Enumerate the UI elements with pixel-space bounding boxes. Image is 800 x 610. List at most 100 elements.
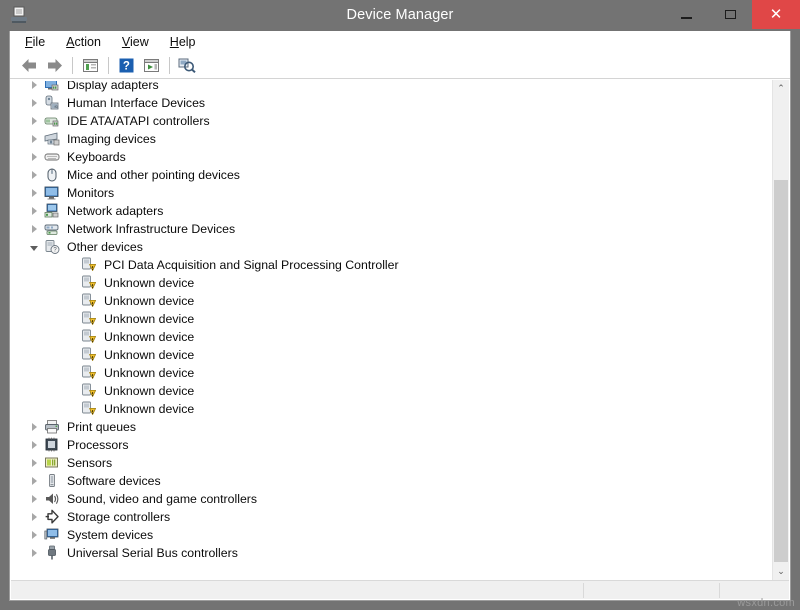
- tree-indent-spacer: [67, 328, 81, 346]
- scroll-down-button[interactable]: ⌄: [773, 563, 789, 580]
- unknown-device-warning-icon: [81, 365, 97, 381]
- tree-item[interactable]: Network Infrastructure Devices: [11, 220, 773, 238]
- chevron-right-icon[interactable]: [27, 202, 41, 220]
- chevron-right-icon[interactable]: [27, 508, 41, 526]
- maximize-button[interactable]: [708, 0, 752, 29]
- tree-item[interactable]: ?Other devices: [11, 238, 773, 256]
- tree-item[interactable]: IDE ATA/ATAPI controllers: [11, 112, 773, 130]
- tree-item[interactable]: Software devices: [11, 472, 773, 490]
- tree-item[interactable]: System devices: [11, 526, 773, 544]
- scan-for-hardware-changes-button[interactable]: [175, 54, 199, 76]
- tree-item[interactable]: Unknown device: [11, 364, 773, 382]
- tree-item[interactable]: Mice and other pointing devices: [11, 166, 773, 184]
- tree-item[interactable]: Monitors: [11, 184, 773, 202]
- left-arrow-icon: [21, 58, 38, 73]
- chevron-right-icon[interactable]: [27, 130, 41, 148]
- tree-item[interactable]: Unknown device: [11, 274, 773, 292]
- chevron-right-icon[interactable]: [27, 80, 41, 94]
- tree-item-label: Unknown device: [103, 294, 194, 308]
- unknown-device-warning-icon: [81, 383, 97, 399]
- tree-indent-spacer: [67, 400, 81, 418]
- chevron-right-icon[interactable]: [27, 490, 41, 508]
- tree-item-label: Mice and other pointing devices: [66, 168, 240, 182]
- tree-item-label: Network Infrastructure Devices: [66, 222, 235, 236]
- forward-button[interactable]: [42, 54, 66, 76]
- menu-bar: File Action View Help: [10, 31, 790, 52]
- chevron-right-icon[interactable]: [27, 184, 41, 202]
- tree-indent-spacer: [67, 292, 81, 310]
- tree-item-label: Unknown device: [103, 276, 194, 290]
- chevron-right-icon[interactable]: [27, 544, 41, 562]
- chevron-right-icon[interactable]: [27, 94, 41, 112]
- tree-item[interactable]: Keyboards: [11, 148, 773, 166]
- tree-item[interactable]: Imaging devices: [11, 130, 773, 148]
- tree-item[interactable]: Print queues: [11, 418, 773, 436]
- tree-indent-spacer: [67, 382, 81, 400]
- tree-indent-spacer: [67, 364, 81, 382]
- tree-item[interactable]: Processors: [11, 436, 773, 454]
- tree-item-label: Unknown device: [103, 402, 194, 416]
- tree-item-label: Sensors: [66, 456, 112, 470]
- properties-button[interactable]: [139, 54, 163, 76]
- keyboard-icon: [44, 149, 60, 165]
- tree-item[interactable]: Unknown device: [11, 400, 773, 418]
- menu-action[interactable]: Action: [56, 33, 112, 51]
- tree-indent-spacer: [67, 274, 81, 292]
- chevron-down-icon[interactable]: [27, 238, 41, 256]
- close-button[interactable]: ✕: [752, 0, 800, 29]
- tree-item-label: Display adapters: [66, 80, 159, 92]
- tree-item[interactable]: Unknown device: [11, 382, 773, 400]
- tree-item[interactable]: Unknown device: [11, 292, 773, 310]
- tree-item[interactable]: Universal Serial Bus controllers: [11, 544, 773, 562]
- tree-item[interactable]: PCI Data Acquisition and Signal Processi…: [11, 256, 773, 274]
- menu-view[interactable]: View: [112, 33, 160, 51]
- show-hide-console-tree-button[interactable]: [78, 54, 102, 76]
- tree-item[interactable]: Display adapters: [11, 80, 773, 94]
- unknown-device-warning-icon: [81, 275, 97, 291]
- chevron-right-icon[interactable]: [27, 148, 41, 166]
- device-tree-pane[interactable]: Display adapters f0Human Interface Device…: [11, 80, 773, 581]
- status-divider-1: [583, 583, 584, 598]
- question-mark-icon: ?: [119, 58, 134, 73]
- chevron-right-icon[interactable]: [27, 526, 41, 544]
- chevron-right-icon[interactable]: [27, 418, 41, 436]
- minimize-button[interactable]: [664, 0, 708, 29]
- help-button[interactable]: ?: [114, 54, 138, 76]
- toolbar-separator-3: [169, 57, 170, 74]
- chevron-right-icon[interactable]: [27, 220, 41, 238]
- menu-file[interactable]: File: [15, 33, 56, 51]
- tree-item-label: Unknown device: [103, 366, 194, 380]
- tree-item-label: Keyboards: [66, 150, 126, 164]
- chevron-right-icon[interactable]: [27, 112, 41, 130]
- tree-item[interactable]: Unknown device: [11, 346, 773, 364]
- tree-item[interactable]: f0Human Interface Devices: [11, 94, 773, 112]
- chevron-right-icon[interactable]: [27, 472, 41, 490]
- device-manager-icon: [9, 5, 29, 25]
- title-bar[interactable]: Device Manager ✕: [0, 0, 800, 31]
- chevron-right-icon[interactable]: [27, 436, 41, 454]
- sound-controller-icon: [44, 491, 60, 507]
- tree-item[interactable]: Unknown device: [11, 310, 773, 328]
- tree-item-label: Universal Serial Bus controllers: [66, 546, 238, 560]
- chevron-right-icon[interactable]: [27, 454, 41, 472]
- tree-item-label: Network adapters: [66, 204, 163, 218]
- scrollbar-thumb[interactable]: [774, 180, 788, 562]
- tree-item[interactable]: Unknown device: [11, 328, 773, 346]
- system-device-icon: [44, 527, 60, 543]
- tree-item-label: Monitors: [66, 186, 114, 200]
- tree-item[interactable]: Network adapters: [11, 202, 773, 220]
- vertical-scrollbar[interactable]: ⌃ ⌄: [772, 80, 789, 580]
- tree-item[interactable]: Sound, video and game controllers: [11, 490, 773, 508]
- tree-item[interactable]: Sensors: [11, 454, 773, 472]
- right-arrow-icon: [46, 58, 63, 73]
- menu-help[interactable]: Help: [160, 33, 207, 51]
- minimize-icon: [681, 17, 692, 19]
- device-tree: Display adapters f0Human Interface Device…: [11, 80, 773, 562]
- back-button[interactable]: [17, 54, 41, 76]
- tree-item-label: Unknown device: [103, 348, 194, 362]
- screen: Device Manager ✕ File Action View Hel: [0, 0, 800, 610]
- scroll-up-button[interactable]: ⌃: [773, 80, 789, 97]
- close-icon: ✕: [770, 7, 783, 22]
- tree-item[interactable]: Storage controllers: [11, 508, 773, 526]
- chevron-right-icon[interactable]: [27, 166, 41, 184]
